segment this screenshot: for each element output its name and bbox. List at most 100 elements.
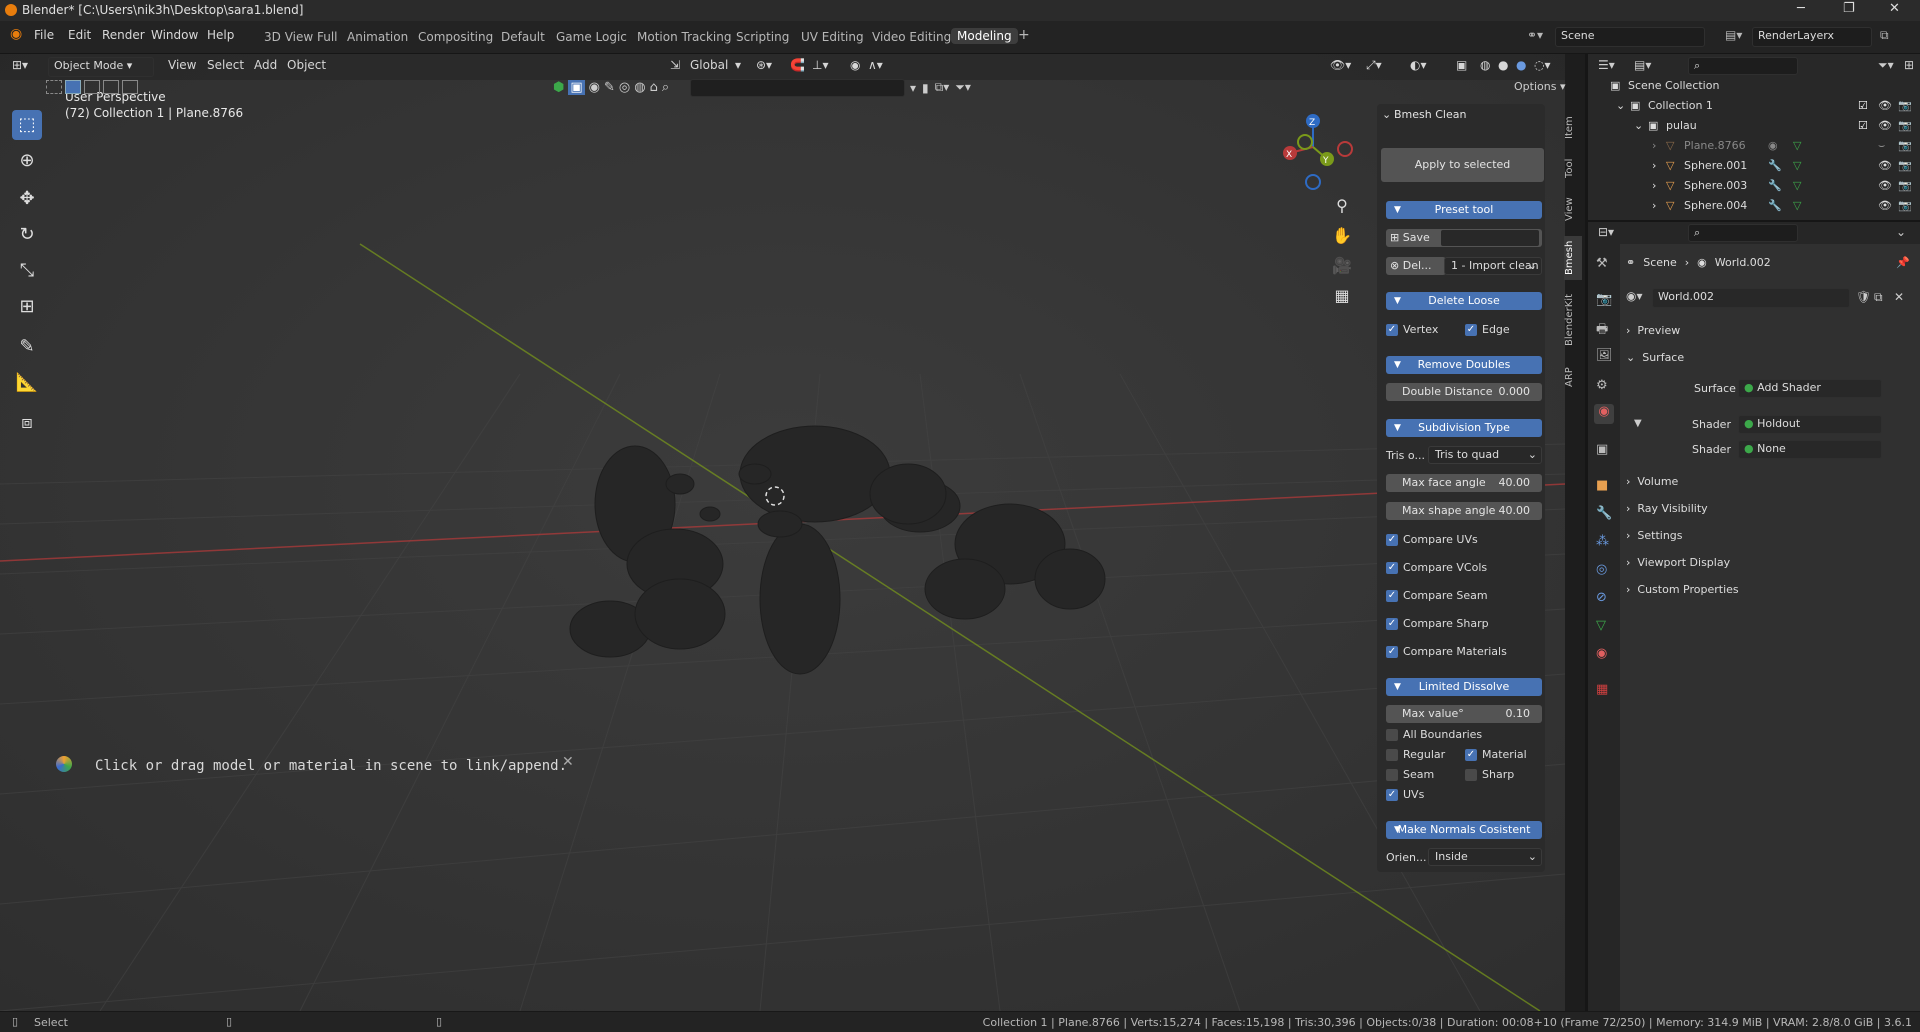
tab-game-logic[interactable]: Game Logic [556, 30, 627, 44]
pin-icon[interactable]: 📌 [1896, 256, 1910, 269]
tab-video-editing[interactable]: Video Editing [872, 30, 951, 44]
expand-chevron-icon[interactable]: ⌄ [1634, 116, 1643, 136]
tab-3d-view-full[interactable]: 3D View Full [264, 30, 338, 44]
measure-tool-icon[interactable]: 📐 [12, 368, 42, 398]
properties-search-input[interactable]: ⌕ [1688, 224, 1798, 242]
xray-icon[interactable]: ▣ [1456, 58, 1467, 72]
scene-selector-icon[interactable]: ⚭▾ [1527, 28, 1543, 42]
particles-tab-icon[interactable]: ⁂ [1596, 534, 1609, 549]
render-tab-icon[interactable]: 📷 [1596, 292, 1612, 307]
menu-window[interactable]: Window [151, 28, 198, 42]
material-tab-icon[interactable]: ◉ [1596, 646, 1607, 661]
world-browse-icon[interactable]: ◉▾ [1626, 289, 1643, 303]
regular-checkbox[interactable]: Regular [1386, 748, 1445, 761]
compare-materials-checkbox[interactable]: ✓ Compare Materials [1386, 645, 1507, 658]
rotate-tool-icon[interactable]: ↻ [12, 220, 42, 250]
compare-seam-checkbox[interactable]: ✓ Compare Seam [1386, 589, 1488, 602]
texture-tab-icon[interactable]: ▦ [1596, 682, 1608, 697]
tab-uv-editing[interactable]: UV Editing [801, 30, 864, 44]
menu-file[interactable]: File [34, 28, 54, 42]
exclude-checkbox-icon[interactable]: ☑ [1858, 116, 1868, 136]
outliner-row-sphere-001[interactable]: › ▽ Sphere.001 🔧 ▽ 👁 📷 [1588, 156, 1920, 176]
tool-tab-icon[interactable]: ⚒ [1596, 256, 1608, 271]
gizmo-toggle-icon[interactable]: ⤢▾ [1366, 58, 1382, 73]
surface-shader-field[interactable]: ● Add Shader [1738, 379, 1882, 398]
properties-editor-icon[interactable]: ⊟▾ [1598, 225, 1614, 239]
cursor-tool-icon[interactable]: ⊕ [12, 146, 42, 176]
expand-chevron-icon[interactable]: ⌄ [1616, 96, 1625, 116]
orientation-dropdown[interactable]: Inside ⌄ [1428, 848, 1542, 866]
orientation-chevron-icon[interactable]: ▾ [735, 58, 741, 72]
transform-orientation-icon[interactable]: ⇲ [670, 58, 680, 72]
duplicate-icon[interactable]: ⧉ [1874, 290, 1883, 305]
new-view-layer-icon[interactable]: ⧉ [1880, 28, 1889, 43]
panel-collapse-icon[interactable]: ⌄ [1382, 108, 1391, 121]
minimize-icon[interactable]: ─ [1797, 1, 1805, 16]
select-invert-icon[interactable] [103, 80, 119, 94]
section-settings[interactable]: › Settings [1626, 524, 1916, 548]
eye-icon[interactable]: 👁 [1878, 176, 1892, 196]
npanel-tab-item[interactable]: Item [1564, 110, 1582, 146]
ortho-toggle-icon[interactable]: ▦ [1326, 280, 1358, 312]
compare-vcols-checkbox[interactable]: ✓ Compare VCols [1386, 561, 1487, 574]
camera-icon[interactable]: 📷 [1898, 176, 1912, 196]
select-subtract-icon[interactable] [84, 80, 100, 94]
npanel-tab-view[interactable]: View [1564, 192, 1582, 226]
tab-animation[interactable]: Animation [347, 30, 408, 44]
pivot-icon[interactable]: ⊛▾ [756, 58, 772, 72]
view-layer-tab-icon[interactable]: 🖼 [1596, 348, 1613, 363]
save-preset-button[interactable]: ⊞ Save [1386, 229, 1542, 247]
outliner-row-collection-1[interactable]: ⌄ ▣ Collection 1 ☑ 👁 📷 [1588, 96, 1920, 116]
sharp-checkbox[interactable]: Sharp [1465, 768, 1514, 781]
menu-help[interactable]: Help [207, 28, 234, 42]
select-extend-icon[interactable] [65, 80, 81, 94]
constraints-tab-icon[interactable]: ⊘ [1596, 590, 1607, 605]
menu-edit[interactable]: Edit [68, 28, 91, 42]
max-face-angle-field[interactable]: Max face angle 40.00 [1386, 474, 1542, 492]
tab-motion-tracking[interactable]: Motion Tracking [637, 30, 731, 44]
camera-icon[interactable]: 📷 [1898, 156, 1912, 176]
eye-icon[interactable]: 👁 [1878, 116, 1892, 136]
unlink-icon[interactable]: ✕ [1894, 290, 1904, 304]
outliner-row-sphere-003[interactable]: › ▽ Sphere.003 🔧 ▽ 👁 📷 [1588, 176, 1920, 196]
asset-addon-icon[interactable]: ⌂ [650, 80, 658, 95]
npanel-tab-blenderkit[interactable]: BlenderKit [1564, 288, 1582, 352]
eye-icon[interactable]: 👁 [1878, 156, 1892, 176]
shading-rendered-icon[interactable]: ◌▾ [1534, 58, 1551, 72]
section-preview[interactable]: › Preview [1626, 319, 1916, 343]
physics-tab-icon[interactable]: ◎ [1596, 562, 1607, 577]
menu-render[interactable]: Render [102, 28, 145, 42]
orientation-label[interactable]: Global [690, 58, 728, 72]
snap-target-icon[interactable]: ⊥▾ [812, 58, 828, 72]
npanel-tab-tool[interactable]: Tool [1564, 152, 1582, 184]
apply-to-selected-button[interactable]: Apply to selected [1381, 148, 1544, 182]
edge-checkbox[interactable]: ✓ Edge [1465, 323, 1510, 336]
expand-chevron-icon[interactable]: › [1652, 156, 1656, 176]
outliner-row-scene-collection[interactable]: ▣ Scene Collection [1588, 76, 1920, 96]
falloff-icon[interactable]: ∧▾ [868, 58, 883, 72]
shader-2-field[interactable]: ● None [1738, 440, 1882, 459]
world-name-field[interactable]: World.002 [1652, 288, 1850, 308]
world-tab-icon[interactable]: ◉ [1594, 404, 1614, 424]
filter-icon[interactable]: ⏷▾ [955, 80, 971, 95]
tab-compositing[interactable]: Compositing [418, 30, 493, 44]
select-box-tool-icon[interactable]: ⬚ [12, 110, 42, 140]
add-cube-tool-icon[interactable]: ⧈ [12, 408, 42, 438]
all-boundaries-checkbox[interactable]: All Boundaries [1386, 728, 1482, 741]
tab-scripting[interactable]: Scripting [736, 30, 789, 44]
maximize-icon[interactable]: ❐ [1843, 1, 1855, 16]
menu-object[interactable]: Object [287, 58, 326, 72]
collection-tab-icon[interactable]: ▣ [1596, 442, 1608, 457]
select-new-icon[interactable] [46, 80, 62, 94]
zoom-icon[interactable]: ⚲ [1326, 190, 1358, 222]
max-shape-angle-field[interactable]: Max shape angle 40.00 [1386, 502, 1542, 520]
eye-icon[interactable]: 👁 [1878, 96, 1892, 116]
options-dropdown[interactable]: Options ▾ [1514, 80, 1565, 93]
proportional-edit-icon[interactable]: ◉ [850, 58, 860, 72]
add-workspace-icon[interactable]: + [1018, 27, 1030, 43]
section-surface[interactable]: ⌄ Surface [1626, 346, 1916, 370]
close-icon[interactable]: ✕ [1889, 1, 1900, 16]
make-normals-toggle[interactable]: ▼ Make Normals Cosistent [1386, 821, 1542, 839]
outliner-editor-icon[interactable]: ☰▾ [1598, 58, 1615, 72]
output-tab-icon[interactable]: 🖶 [1596, 320, 1608, 342]
